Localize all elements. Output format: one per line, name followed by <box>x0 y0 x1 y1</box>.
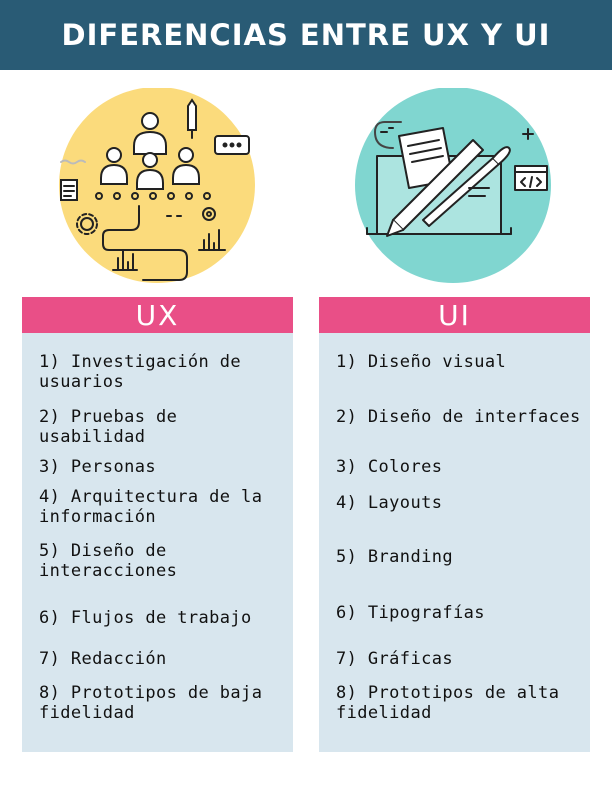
page-header: DIFERENCIAS ENTRE UX Y UI <box>0 0 612 70</box>
list-item: 3) Colores <box>336 457 443 477</box>
ux-list: 1) Investigación de usuarios 2) Pruebas … <box>22 333 293 752</box>
ui-tag: UI <box>319 297 590 333</box>
list-item: 3) Personas <box>39 457 156 477</box>
ui-tag-label: UI <box>438 298 471 332</box>
list-item: 2) Diseño de interfaces <box>336 407 581 427</box>
list-item: 2) Pruebas de usabilidad <box>39 407 178 447</box>
list-item: 8) Prototipos de alta fidelidad <box>336 683 560 723</box>
list-item: 1) Diseño visual <box>336 352 507 372</box>
list-item: 7) Redacción <box>39 649 167 669</box>
ux-tag: UX <box>22 297 293 333</box>
list-item: 7) Gráficas <box>336 649 453 669</box>
list-item: 4) Arquitectura de la información <box>39 487 263 527</box>
list-item: 5) Branding <box>336 547 453 567</box>
list-item: 5) Diseño de interacciones <box>39 541 178 581</box>
list-item: 1) Investigación de usuarios <box>39 352 242 392</box>
list-item: 8) Prototipos de baja fidelidad <box>39 683 263 723</box>
list-item: 6) Flujos de trabajo <box>39 608 252 628</box>
ui-list: 1) Diseño visual 2) Diseño de interfaces… <box>319 333 590 752</box>
ux-illustration-icon <box>57 87 257 283</box>
page-title: DIFERENCIAS ENTRE UX Y UI <box>61 18 551 52</box>
ux-tag-label: UX <box>135 298 180 332</box>
ui-illustration-icon <box>353 87 553 283</box>
list-item: 6) Tipografías <box>336 603 485 623</box>
list-item: 4) Layouts <box>336 493 443 513</box>
